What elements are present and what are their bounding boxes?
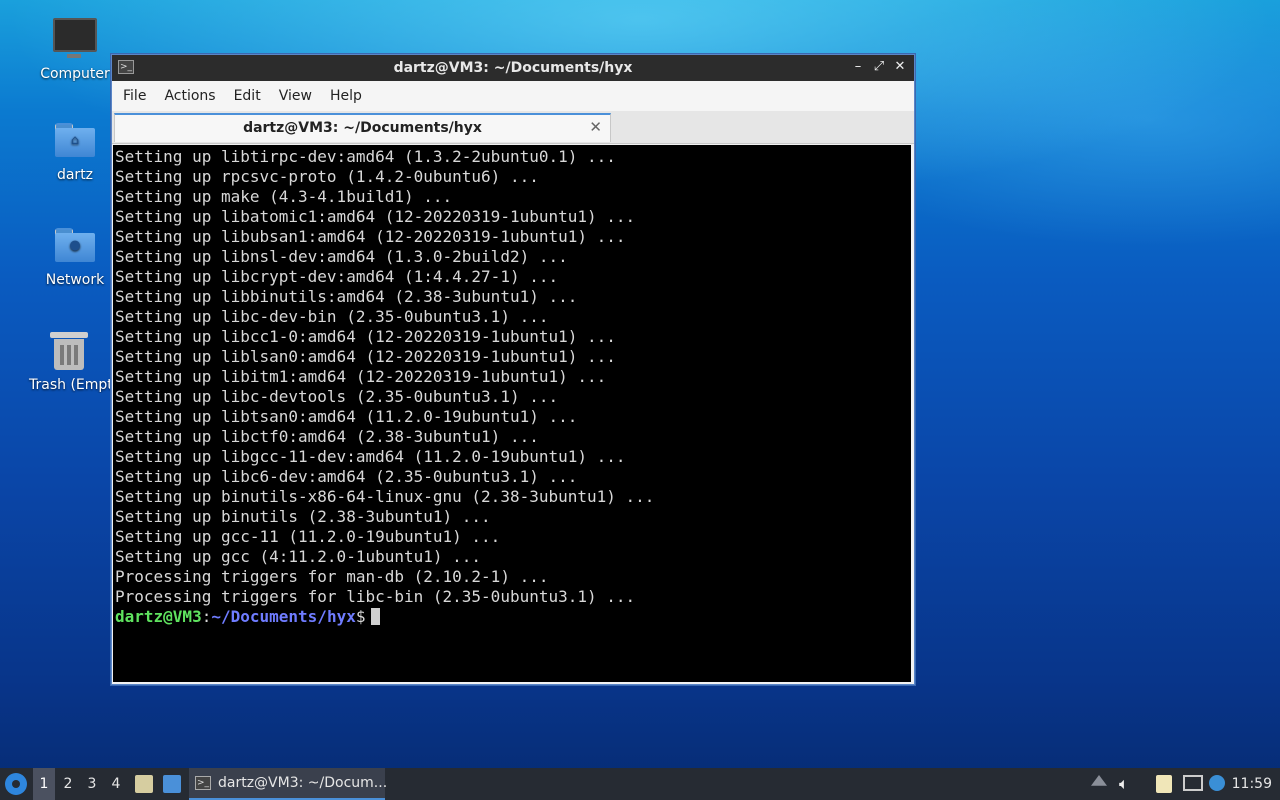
terminal-line: Setting up liblsan0:amd64 (12-20220319-1… <box>115 347 616 366</box>
taskbar-task-label: dartz@VM3: ~/Docum... <box>218 775 388 791</box>
desktop-icon-label: dartz <box>56 167 94 183</box>
terminal-line: Setting up libnsl-dev:amd64 (1.3.0-2buil… <box>115 247 568 266</box>
terminal-line: Setting up gcc-11 (11.2.0-19ubuntu1) ... <box>115 527 501 546</box>
terminal-tab[interactable]: dartz@VM3: ~/Documents/hyx ✕ <box>114 113 611 142</box>
trash-icon <box>50 332 88 370</box>
prompt-dollar: $ <box>355 607 366 626</box>
terminal-line: Processing triggers for man-db (2.10.2-1… <box>115 567 549 586</box>
menu-file[interactable]: File <box>117 88 158 104</box>
desktop-icon-network[interactable]: ● Network <box>27 228 123 288</box>
home-folder-icon: ⌂ <box>55 123 95 157</box>
terminal-line: Setting up binutils (2.38-3ubuntu1) ... <box>115 507 491 526</box>
menu-edit[interactable]: Edit <box>228 88 273 104</box>
window-title: dartz@VM3: ~/Documents/hyx <box>393 60 633 76</box>
update-notifier-icon[interactable] <box>1209 775 1225 791</box>
desktop-icon-label: Computer <box>40 66 110 82</box>
window-titlebar[interactable]: >_ dartz@VM3: ~/Documents/hyx – ⤢ ✕ <box>112 55 914 81</box>
terminal-line: Setting up libc-devtools (2.35-0ubuntu3.… <box>115 387 559 406</box>
app-menu-icon[interactable] <box>5 773 27 795</box>
terminal-line: Setting up libc6-dev:amd64 (2.35-0ubuntu… <box>115 467 578 486</box>
terminal-line: Setting up binutils-x86-64-linux-gnu (2.… <box>115 487 655 506</box>
computer-icon <box>53 18 97 58</box>
terminal-line: Setting up rpcsvc-proto (1.4.2-0ubuntu6)… <box>115 167 539 186</box>
workspace-3[interactable]: 3 <box>81 768 103 800</box>
terminal-line: Setting up libctf0:amd64 (2.38-3ubuntu1)… <box>115 427 539 446</box>
tab-title: dartz@VM3: ~/Documents/hyx <box>243 120 482 136</box>
volume-icon[interactable]: 🔈︎ <box>1119 775 1137 793</box>
terminal-line: Setting up libcrypt-dev:amd64 (1:4.4.27-… <box>115 267 559 286</box>
desktop-icon-label: Network <box>45 272 105 288</box>
terminal-line: Setting up libgcc-11-dev:amd64 (11.2.0-1… <box>115 447 626 466</box>
desktop-icon-label: Trash (Empty) <box>29 377 111 393</box>
terminal-line: Setting up libatomic1:amd64 (12-20220319… <box>115 207 636 226</box>
text-cursor <box>371 608 381 625</box>
taskbar: 1 2 3 4 >_ dartz@VM3: ~/Docum... 🔈︎ 11:5… <box>0 768 1280 800</box>
menu-help[interactable]: Help <box>324 88 374 104</box>
taskbar-terminal-button[interactable]: >_ dartz@VM3: ~/Docum... <box>189 768 388 800</box>
terminal-line: Setting up libbinutils:amd64 (2.38-3ubun… <box>115 287 578 306</box>
workspace-1[interactable]: 1 <box>33 768 55 800</box>
tab-bar: dartz@VM3: ~/Documents/hyx ✕ <box>112 111 914 144</box>
terminal-line: Setting up libtirpc-dev:amd64 (1.3.2-2ub… <box>115 147 616 166</box>
prompt-separator: : <box>201 607 212 626</box>
terminal-line: Setting up libtsan0:amd64 (11.2.0-19ubun… <box>115 407 578 426</box>
terminal-line: Setting up make (4.3-4.1build1) ... <box>115 187 453 206</box>
prompt-path: ~/Documents/hyx <box>211 607 356 626</box>
desktop-icon-trash[interactable]: Trash (Empty) <box>27 332 111 393</box>
clock[interactable]: 11:59 <box>1232 768 1272 800</box>
terminal-line: Setting up libcc1-0:amd64 (12-20220319-1… <box>115 327 616 346</box>
menu-actions[interactable]: Actions <box>158 88 227 104</box>
menu-bar: File Actions Edit View Help <box>112 81 914 111</box>
workspace-4[interactable]: 4 <box>105 768 127 800</box>
minimize-button[interactable]: – <box>849 58 867 76</box>
desktop-icon-home[interactable]: ⌂ dartz <box>27 123 123 183</box>
terminal-output[interactable]: Setting up libtirpc-dev:amd64 (1.3.2-2ub… <box>113 145 911 682</box>
prompt-line: dartz@VM3:~/Documents/hyx$ <box>113 607 911 627</box>
maximize-button[interactable]: ⤢ <box>870 58 888 76</box>
close-button[interactable]: ✕ <box>891 58 909 76</box>
terminal-icon: >_ <box>195 776 211 790</box>
tab-close-icon[interactable]: ✕ <box>589 118 602 136</box>
show-desktop-icon[interactable] <box>163 775 181 793</box>
terminal-line: Setting up libc-dev-bin (2.35-0ubuntu3.1… <box>115 307 549 326</box>
menu-view[interactable]: View <box>273 88 324 104</box>
eject-icon[interactable] <box>1091 775 1107 786</box>
network-icon[interactable] <box>1183 775 1203 791</box>
workspace-2[interactable]: 2 <box>57 768 79 800</box>
terminal-line: Processing triggers for libc-bin (2.35-0… <box>115 587 636 606</box>
terminal-line: Setting up gcc (4:11.2.0-1ubuntu1) ... <box>115 547 482 566</box>
notes-icon[interactable] <box>1156 775 1172 793</box>
terminal-line: Setting up libitm1:amd64 (12-20220319-1u… <box>115 367 607 386</box>
terminal-line: Setting up libubsan1:amd64 (12-20220319-… <box>115 227 626 246</box>
desktop-icon-computer[interactable]: Computer <box>27 18 123 82</box>
file-manager-launcher-icon[interactable] <box>135 775 153 793</box>
terminal-window: >_ dartz@VM3: ~/Documents/hyx – ⤢ ✕ File… <box>111 54 915 685</box>
prompt-user: dartz@VM3 <box>115 607 202 626</box>
network-folder-icon: ● <box>55 228 95 262</box>
